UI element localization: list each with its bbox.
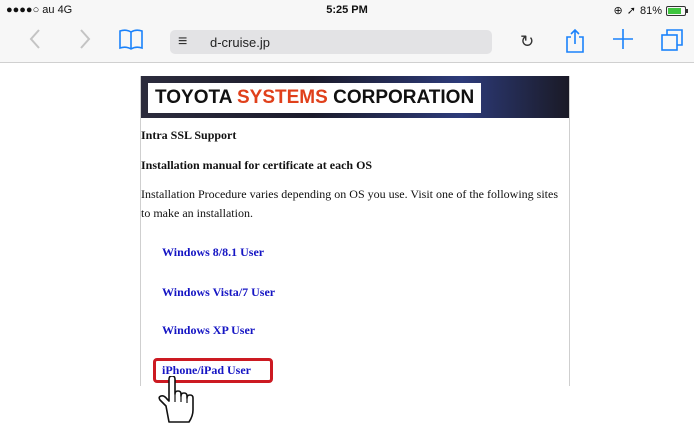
rotation-lock-icon: ⊕ [613,5,623,17]
battery-percent: 81% [639,4,662,17]
link-windows-8[interactable]: Windows 8/8.1 User [162,245,264,260]
status-bar: ●●●●○ au 4G 5:25 PM ⊕ ➚ 81% [0,0,694,22]
link-windows-xp[interactable]: Windows XP User [162,323,255,338]
link-windows-vista-7[interactable]: Windows Vista/7 User [162,285,275,300]
share-icon[interactable] [565,28,585,61]
reload-icon[interactable]: ↻ [520,32,534,52]
intro-paragraph: Installation Procedure varies depending … [141,187,558,220]
company-logo: TOYOTA SYSTEMS CORPORATION [148,83,482,113]
address-bar[interactable]: ≡ d-cruise.jp [170,30,492,54]
back-icon[interactable] [28,28,42,57]
hand-pointer-icon [158,376,194,423]
forward-icon[interactable] [78,28,92,57]
page-title: Intra SSL Support [141,128,237,142]
reader-icon[interactable]: ≡ [178,33,187,51]
tabs-icon[interactable] [660,28,684,59]
new-tab-icon[interactable] [612,28,634,57]
url-text[interactable]: d-cruise.jp [210,35,270,50]
battery-icon [666,5,688,16]
browser-toolbar: ≡ d-cruise.jp ↻ [0,22,694,63]
bookmarks-icon[interactable] [118,28,144,57]
section-heading: Installation manual for certificate at e… [141,158,373,172]
web-page-content: TOYOTA SYSTEMS CORPORATION Intra SSL Sup… [140,76,570,386]
status-right: ⊕ ➚ 81% [613,4,688,17]
company-banner: TOYOTA SYSTEMS CORPORATION [141,76,569,118]
location-icon: ➚ [626,5,636,17]
clock: 5:25 PM [326,4,368,16]
